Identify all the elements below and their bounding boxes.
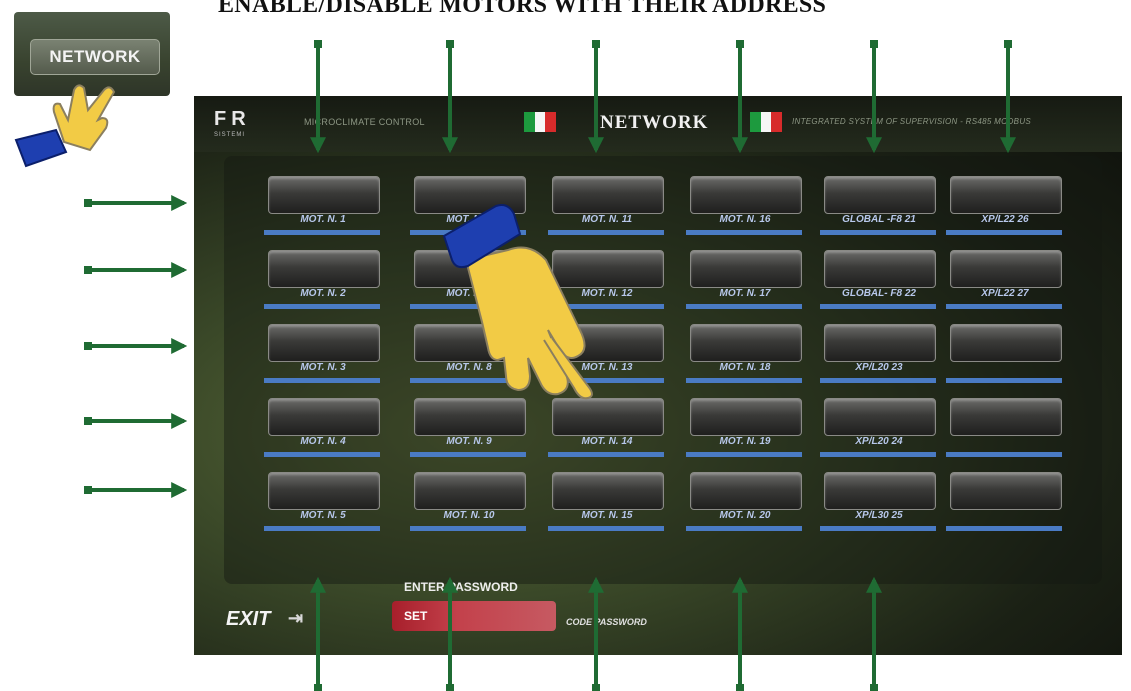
left-row-arrow-5-tail xyxy=(84,486,92,494)
top-column-arrow-4-tail xyxy=(736,40,744,48)
left-row-arrow-4-tail xyxy=(84,417,92,425)
top-column-arrow-2-tail xyxy=(446,40,454,48)
bottom-column-arrow-3-tail xyxy=(592,684,600,691)
bottom-column-arrow-4-tail xyxy=(736,684,744,691)
left-row-arrow-1-tail xyxy=(84,199,92,207)
top-column-arrow-5-tail xyxy=(870,40,878,48)
top-column-arrow-3-tail xyxy=(592,40,600,48)
bottom-column-arrow-5-tail xyxy=(870,684,878,691)
top-column-arrow-6-tail xyxy=(1004,40,1012,48)
bottom-column-arrow-2-tail xyxy=(446,684,454,691)
bottom-column-arrow-1-tail xyxy=(314,684,322,691)
top-column-arrow-1-tail xyxy=(314,40,322,48)
left-row-arrow-3-tail xyxy=(84,342,92,350)
left-row-arrow-2-tail xyxy=(84,266,92,274)
annotation-arrows xyxy=(84,40,1016,691)
